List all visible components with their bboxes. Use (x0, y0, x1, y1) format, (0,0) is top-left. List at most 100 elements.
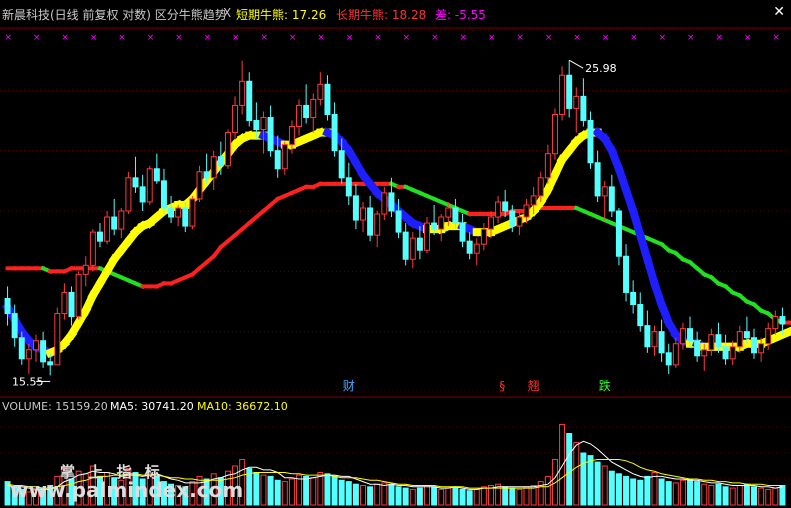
signal-marker: × (5, 33, 13, 43)
candle-body (203, 171, 210, 179)
volume-bar (303, 475, 310, 506)
candle-body (431, 222, 438, 230)
volume-bar (509, 487, 516, 506)
high-pointer (568, 59, 584, 69)
candle-body (253, 120, 260, 131)
candle-body (367, 207, 374, 236)
candle-body (274, 150, 281, 170)
chart-canvas: × × × × × × × × × × × × × × × × × × × × × × × × × × × × 25.98 15.55 财 §… (0, 27, 791, 506)
volume-bar (694, 481, 701, 506)
volume-bar (438, 488, 445, 506)
volume-bar (402, 487, 409, 506)
candle-body (317, 83, 324, 100)
candle-body (608, 186, 615, 212)
candle-body (679, 328, 686, 345)
volume-ma5-label: MA5: 30741.20 (110, 400, 194, 413)
volume-bar (601, 465, 608, 506)
candle-body (487, 216, 494, 230)
candle-body (210, 156, 217, 179)
volume-bar (580, 452, 587, 506)
volume-bar (374, 483, 381, 506)
candle-body (701, 349, 708, 357)
candle-body (153, 168, 160, 182)
event-marker: 跌 (599, 378, 611, 393)
candle-body (324, 83, 331, 115)
volume-bar (751, 486, 757, 506)
signal-marker: × (659, 33, 667, 43)
candle-body (104, 216, 111, 242)
volume-bar (424, 485, 430, 506)
candle-body (75, 273, 82, 318)
volume-label: VOLUME: 15159.20 (2, 400, 108, 413)
candle-body (239, 80, 246, 106)
volume-bar (637, 479, 644, 506)
volume-bar (772, 487, 779, 506)
signal-marker: × (460, 33, 468, 43)
volume-bar (416, 487, 423, 506)
candle-body (352, 195, 359, 221)
volume-bar (608, 470, 615, 506)
volume-bar (274, 479, 281, 506)
volume-bar (687, 478, 694, 506)
candle-body (687, 328, 694, 342)
signal-marker: × (630, 33, 638, 43)
candle-body (694, 340, 701, 357)
candle-body (758, 343, 765, 354)
signal-marker: × (61, 33, 69, 43)
candle-body (601, 186, 608, 197)
signal-marker: × (516, 33, 524, 43)
candle-body (168, 207, 175, 218)
candle-body (765, 328, 772, 345)
volume-bar (779, 485, 786, 506)
candle-body (459, 222, 466, 242)
candle-body (296, 104, 303, 128)
candle-body (132, 177, 139, 188)
volume-bar (743, 483, 750, 506)
volume-bar (679, 479, 686, 506)
volume-bar (253, 472, 260, 506)
volume-bar (701, 483, 708, 506)
candle-body (232, 104, 239, 134)
volume-bar (587, 455, 594, 506)
volume-bar (409, 488, 416, 506)
candle-body (267, 116, 274, 152)
candle-body (445, 207, 452, 218)
volume-bar (360, 485, 366, 506)
volume-bar (651, 472, 658, 506)
volume-bar (367, 486, 374, 506)
candle-body (175, 207, 182, 218)
candle-body (196, 171, 203, 200)
candle-body (11, 313, 18, 339)
volume-ma10-label: MA10: 36672.10 (197, 400, 288, 413)
candle-body (751, 337, 757, 354)
candle-body (303, 104, 310, 118)
volume-bar (338, 479, 345, 506)
candle-body (502, 201, 509, 212)
candle-body (587, 120, 594, 164)
candle-body (779, 316, 786, 325)
candle-body (623, 255, 630, 293)
signal-marker: × (772, 33, 780, 43)
candle-body (381, 192, 388, 215)
candle-body (559, 74, 566, 115)
volume-bar (296, 474, 303, 506)
signal-marker: × (403, 33, 411, 43)
candle-body (281, 144, 288, 170)
signal-marker: × (33, 33, 41, 43)
candle-body (246, 80, 253, 121)
volume-bar (480, 486, 487, 506)
candle-body (310, 98, 317, 118)
candle-body (665, 352, 672, 366)
volume-bar (644, 475, 651, 506)
volume-bar (573, 442, 580, 506)
candle-body (4, 297, 11, 315)
volume-bar (544, 475, 551, 506)
signal-marker: × (573, 33, 581, 43)
candle-body (331, 113, 338, 152)
candle-body (509, 210, 516, 227)
volume-bar (566, 433, 573, 506)
candle-body (672, 343, 679, 366)
event-marker: 财 (343, 379, 355, 393)
candle-body (644, 325, 651, 348)
candle-body (658, 331, 665, 354)
